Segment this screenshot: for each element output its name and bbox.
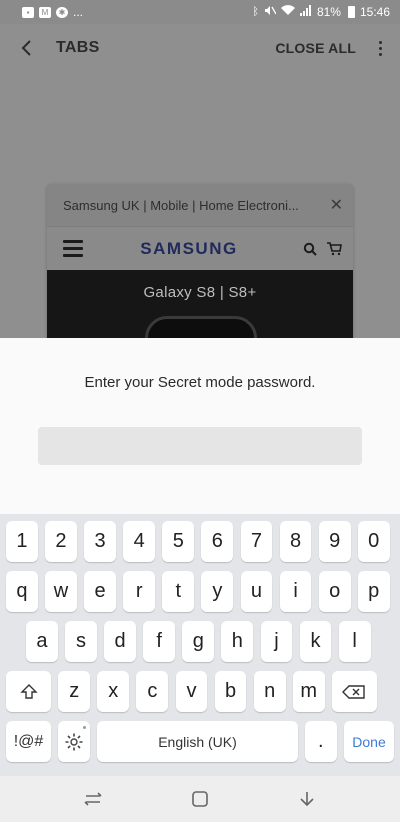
key-0[interactable]: 0 [357,521,390,562]
recents-icon[interactable] [78,784,108,814]
search-icon [301,240,319,258]
keyboard-row-numbers: 1 2 3 4 5 6 7 8 9 0 [6,521,394,562]
toolbar: TABS CLOSE ALL [0,24,400,72]
key-v[interactable]: v [175,671,208,712]
backspace-key[interactable] [331,671,377,712]
tab-header: Samsung UK | Mobile | Home Electroni... … [47,184,353,226]
menu-icon [63,240,83,257]
key-l[interactable]: l [338,621,371,662]
key-9[interactable]: 9 [318,521,351,562]
wifi-icon [280,5,295,19]
close-all-button[interactable]: CLOSE ALL [275,40,356,56]
brand-logo: SAMSUNG [140,238,238,258]
space-bar[interactable]: English (UK) [97,721,298,762]
back-arrow-icon[interactable] [14,36,38,60]
status-overflow: ... [73,5,84,19]
keyboard-row-middle: a s d f g h j k l [6,621,394,662]
symbols-key[interactable]: !@# [6,721,51,762]
status-left: ▪ M ✱ ... [22,5,83,19]
key-t[interactable]: t [162,571,195,612]
navigation-bar [0,776,400,822]
gmail-icon: M [39,6,51,18]
keyboard: 1 2 3 4 5 6 7 8 9 0 q w e r t y u i o p … [0,514,400,776]
tab-title: Samsung UK | Mobile | Home Electroni... [63,197,299,213]
bluetooth-icon: ᛒ [252,6,259,18]
close-tab-icon[interactable]: ✕ [330,195,343,215]
key-3[interactable]: 3 [84,521,116,562]
key-w[interactable]: w [45,571,77,612]
phone-image [145,316,257,338]
key-7[interactable]: 7 [240,521,273,562]
key-5[interactable]: 5 [162,521,195,562]
gear-icon [65,733,83,750]
gallery-icon: ▪ [22,6,34,18]
keyboard-row-function: !@# English (UK) . Done [6,721,394,762]
hero-text: Galaxy S8 | S8+ [143,284,257,301]
key-e[interactable]: e [84,571,116,612]
cart-icon [325,240,343,258]
key-1[interactable]: 1 [6,521,38,562]
keyboard-row-top: q w e r t y u i o p [6,571,394,612]
key-f[interactable]: f [143,621,176,662]
page-title: TABS [56,39,100,56]
key-n[interactable]: n [253,671,286,712]
mute-icon [264,5,277,19]
done-key[interactable]: Done [344,721,394,762]
key-z[interactable]: z [58,671,91,712]
basketball-icon: ✱ [56,6,68,18]
password-prompt: Enter your Secret mode password. [84,374,316,391]
home-icon[interactable] [185,784,215,814]
key-c[interactable]: c [136,671,169,712]
status-right: ᛒ 81% 15:46 [252,5,390,19]
key-o[interactable]: o [318,571,351,612]
key-8[interactable]: 8 [279,521,312,562]
key-2[interactable]: 2 [45,521,77,562]
period-key[interactable]: . [304,721,337,762]
battery-icon [347,6,355,18]
key-u[interactable]: u [240,571,273,612]
key-m[interactable]: m [292,671,325,712]
key-i[interactable]: i [279,571,312,612]
key-r[interactable]: r [123,571,156,612]
password-field[interactable] [38,427,362,465]
back-icon[interactable] [292,784,322,814]
battery-percent: 81% [316,5,341,19]
key-j[interactable]: j [260,621,293,662]
more-options-icon[interactable] [374,40,386,56]
key-p[interactable]: p [357,571,390,612]
backspace-icon [342,684,366,699]
tab-preview-nav: SAMSUNG [47,226,353,270]
password-sheet: Enter your Secret mode password. [0,338,400,514]
tab-card[interactable]: Samsung UK | Mobile | Home Electroni... … [47,184,353,338]
key-6[interactable]: 6 [201,521,234,562]
key-b[interactable]: b [214,671,247,712]
key-a[interactable]: a [26,621,58,662]
key-s[interactable]: s [65,621,97,662]
shift-key[interactable] [6,671,51,712]
key-q[interactable]: q [6,571,38,612]
tab-preview-hero: Galaxy S8 | S8+ [47,270,353,338]
key-y[interactable]: y [201,571,234,612]
screen: ▪ M ✱ ... ᛒ 81% 15:46 TABS CLOSE ALL Sam… [0,0,400,822]
key-h[interactable]: h [221,621,254,662]
key-4[interactable]: 4 [123,521,156,562]
keyboard-settings-key[interactable] [58,721,91,762]
key-g[interactable]: g [182,621,215,662]
shift-icon [19,683,38,699]
signal-icon [299,5,312,19]
key-d[interactable]: d [104,621,136,662]
key-k[interactable]: k [299,621,332,662]
keyboard-row-bottom: z x c v b n m [6,671,394,712]
status-bar: ▪ M ✱ ... ᛒ 81% 15:46 [0,0,400,24]
clock: 15:46 [359,5,390,19]
key-x[interactable]: x [97,671,130,712]
